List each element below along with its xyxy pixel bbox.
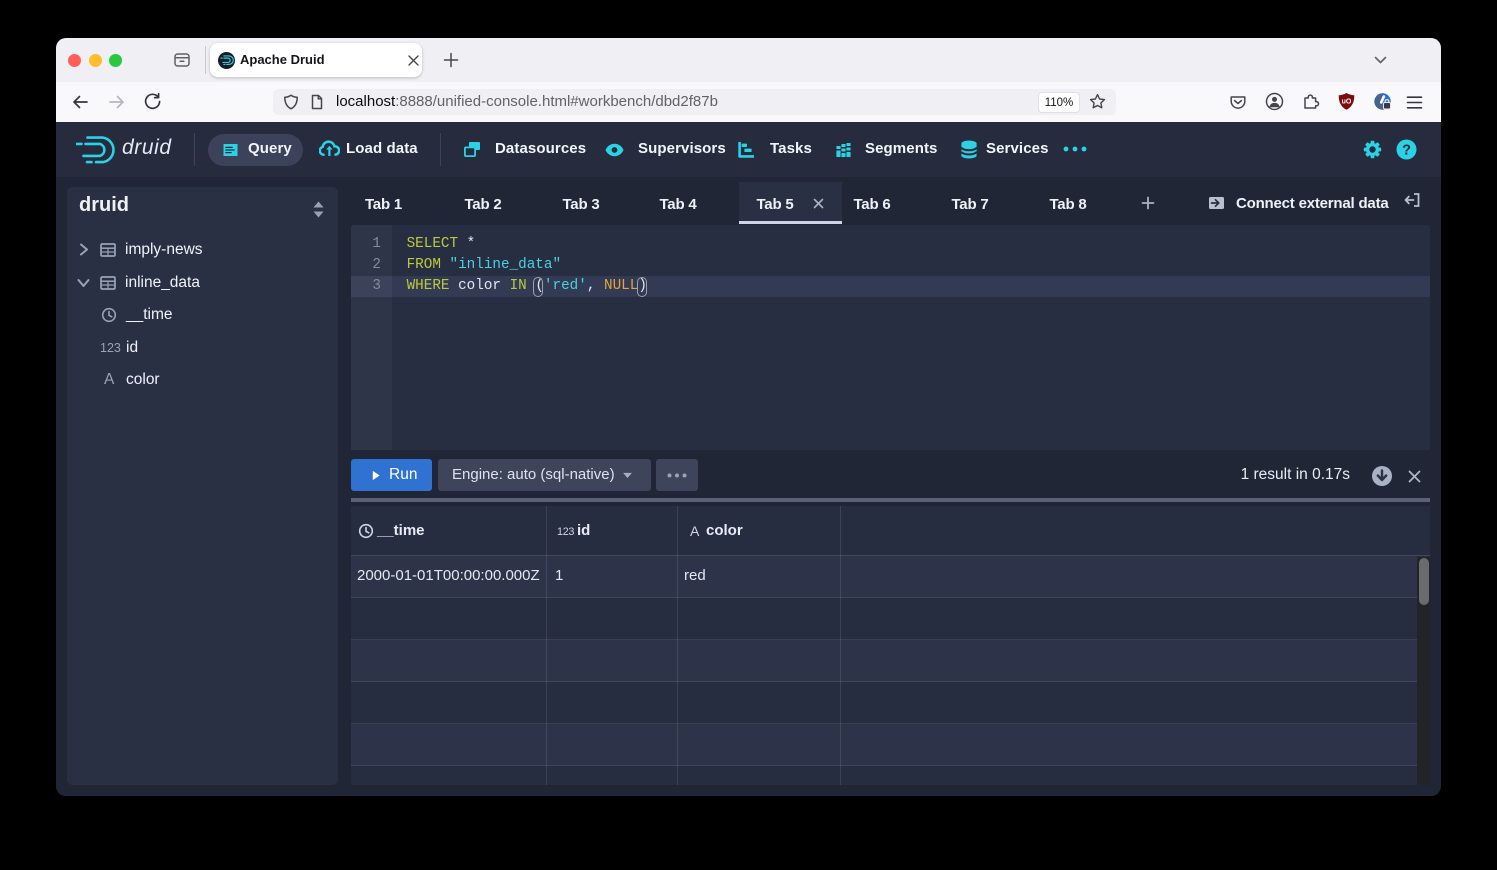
svg-text:?: ?: [1402, 143, 1411, 159]
svg-text:uO: uO: [1342, 99, 1352, 106]
